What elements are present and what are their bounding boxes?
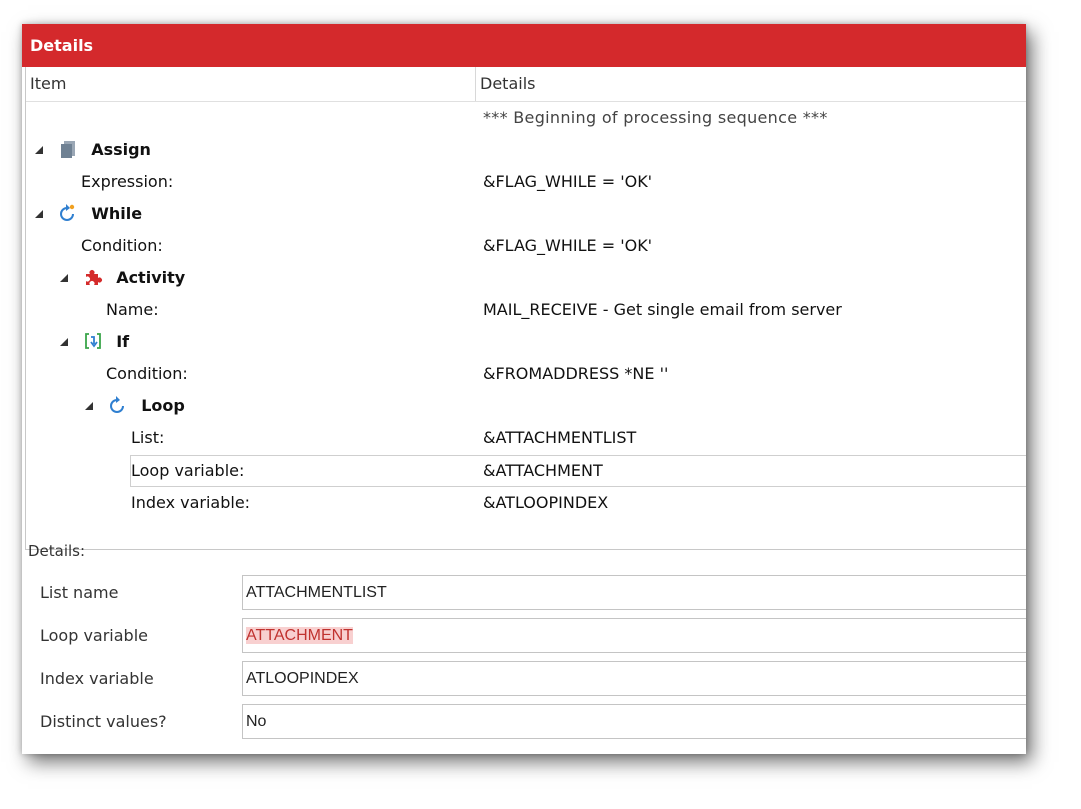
property-row[interactable]: Name: MAIL_RECEIVE - Get single email fr…: [26, 294, 1026, 326]
property-value: &ATTACHMENT: [483, 461, 603, 480]
property-label: List:: [131, 428, 165, 447]
tree-node-activity[interactable]: Activity: [26, 262, 1026, 294]
collapse-arrow-icon[interactable]: [85, 401, 93, 410]
property-value: &ATTACHMENTLIST: [483, 428, 637, 447]
form-row-list-name: List name ATTACHMENTLIST: [22, 575, 1026, 611]
node-label: Activity: [116, 268, 186, 287]
property-label: Name:: [106, 300, 159, 319]
collapse-arrow-icon[interactable]: [35, 145, 43, 154]
node-label: Assign: [91, 140, 151, 159]
property-label: Loop variable:: [131, 461, 245, 480]
form-row-index-variable: Index variable ATLOOPINDEX: [22, 661, 1026, 697]
if-branch-icon: [85, 332, 101, 349]
assign-icon: [61, 140, 76, 158]
column-headers: Item Details: [26, 67, 1026, 102]
collapse-arrow-icon[interactable]: [60, 273, 68, 282]
window-title: Details: [22, 24, 1026, 67]
property-value: &ATLOOPINDEX: [483, 493, 609, 512]
property-value: &FLAG_WHILE = 'OK': [483, 236, 653, 255]
sequence-start-row: *** Beginning of processing sequence ***: [26, 102, 1026, 134]
details-panel-heading: Details:: [28, 542, 86, 560]
property-row[interactable]: List: &ATTACHMENTLIST: [26, 422, 1026, 454]
tree-node-if[interactable]: If: [26, 326, 1026, 358]
activity-puzzle-icon: [86, 269, 103, 285]
tree-node-while[interactable]: While: [26, 198, 1026, 230]
sequence-note: *** Beginning of processing sequence ***: [483, 108, 828, 127]
property-row[interactable]: Condition: &FLAG_WHILE = 'OK': [26, 230, 1026, 262]
form-row-loop-variable: Loop variable ATTACHMENT: [22, 618, 1026, 654]
column-header-details[interactable]: Details: [476, 67, 1026, 101]
node-label: If: [116, 332, 130, 351]
property-label: Expression:: [81, 172, 174, 191]
property-row[interactable]: Index variable: &ATLOOPINDEX: [26, 487, 1026, 519]
property-value: MAIL_RECEIVE - Get single email from ser…: [483, 300, 842, 319]
while-loop-icon: [60, 203, 75, 221]
collapse-arrow-icon[interactable]: [60, 337, 68, 346]
property-row[interactable]: Condition: &FROMADDRESS *NE '': [26, 358, 1026, 390]
field-label: Index variable: [40, 669, 154, 688]
property-label: Condition:: [106, 364, 188, 383]
details-tree-grid: Item Details *** Beginning of processing…: [25, 67, 1026, 550]
index-variable-input[interactable]: ATLOOPINDEX: [242, 661, 1026, 696]
column-header-item[interactable]: Item: [26, 67, 476, 101]
distinct-values-select[interactable]: No: [242, 704, 1026, 739]
field-label: Loop variable: [40, 626, 148, 645]
property-row-selected[interactable]: Loop variable: &ATTACHMENT: [26, 455, 1026, 487]
details-window: Details Item Details *** Beginning of pr…: [22, 24, 1026, 754]
property-label: Condition:: [81, 236, 163, 255]
loop-variable-input[interactable]: ATTACHMENT: [242, 618, 1026, 653]
property-value: &FROMADDRESS *NE '': [483, 364, 669, 383]
tree-node-assign[interactable]: Assign: [26, 134, 1026, 166]
collapse-arrow-icon[interactable]: [35, 209, 43, 218]
tree-node-loop[interactable]: Loop: [26, 390, 1026, 422]
field-label: List name: [40, 583, 119, 602]
form-row-distinct-values: Distinct values? No: [22, 704, 1026, 740]
property-row[interactable]: Expression: &FLAG_WHILE = 'OK': [26, 166, 1026, 198]
property-value: &FLAG_WHILE = 'OK': [483, 172, 653, 191]
node-label: Loop: [141, 396, 185, 415]
loop-variable-value: ATTACHMENT: [246, 627, 353, 644]
list-name-input[interactable]: ATTACHMENTLIST: [242, 575, 1026, 610]
property-label: Index variable:: [131, 493, 251, 512]
node-label: While: [91, 204, 143, 223]
loop-icon: [110, 395, 125, 413]
field-label: Distinct values?: [40, 712, 167, 731]
